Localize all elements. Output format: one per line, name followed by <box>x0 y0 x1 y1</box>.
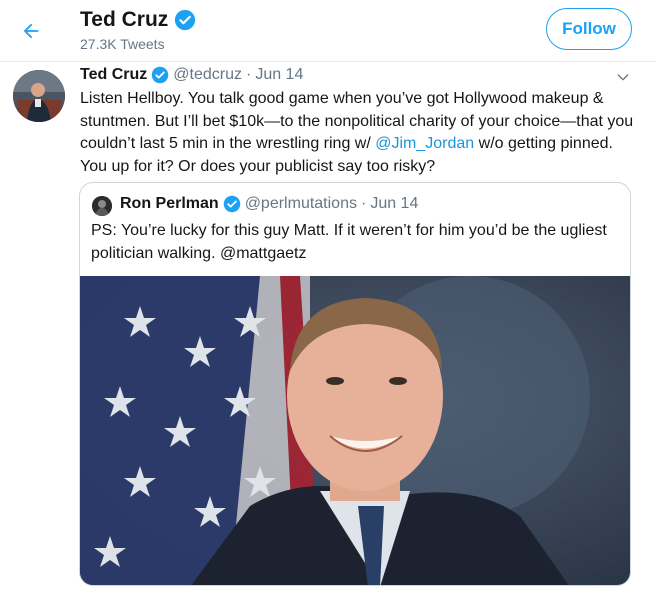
quoted-tweet[interactable]: Ron Perlman @perlmutations · Jun 14 PS: … <box>79 182 631 586</box>
separator-dot: · <box>360 195 367 212</box>
tweet-header: Ted Cruz @tedcruz · Jun 14 <box>80 66 303 84</box>
header-divider <box>0 61 656 62</box>
separator-dot: · <box>245 66 252 83</box>
tweet-count: 27.3K Tweets <box>80 36 165 52</box>
follow-button[interactable]: Follow <box>546 8 632 50</box>
chevron-down-icon <box>617 74 629 81</box>
quoted-avatar-image <box>92 196 112 216</box>
avatar-image <box>13 70 65 122</box>
tweet-text: Listen Hellboy. You talk good game when … <box>80 88 640 178</box>
quoted-author-handle: @perlmutations <box>244 195 357 212</box>
profile-header: Ted Cruz 27.3K Tweets Follow <box>0 0 656 62</box>
profile-title: Ted Cruz <box>80 8 196 32</box>
mention-link[interactable]: @Jim_Jordan <box>375 135 474 152</box>
quoted-header: Ron Perlman @perlmutations · Jun 14 <box>120 195 418 213</box>
quoted-avatar[interactable] <box>92 196 112 216</box>
verified-badge-icon <box>223 195 240 213</box>
quoted-photo[interactable] <box>80 276 630 585</box>
quoted-author-name: Ron Perlman <box>120 195 219 212</box>
quoted-date: Jun 14 <box>370 195 419 212</box>
back-button[interactable] <box>14 14 48 48</box>
verified-badge-icon <box>175 9 196 31</box>
back-arrow-icon <box>23 23 39 39</box>
tweet-author-name[interactable]: Ted Cruz <box>80 66 147 84</box>
profile-name: Ted Cruz <box>80 8 169 31</box>
portrait-photo <box>80 276 630 585</box>
verified-badge-icon <box>152 66 169 84</box>
avatar[interactable] <box>13 70 65 122</box>
tweet-date[interactable]: Jun 14 <box>255 66 303 84</box>
tweet-author-handle[interactable]: @tedcruz <box>173 66 242 84</box>
tweet-menu-button[interactable] <box>614 68 632 86</box>
quoted-text: PS: You’re lucky for this guy Matt. If i… <box>91 222 607 262</box>
